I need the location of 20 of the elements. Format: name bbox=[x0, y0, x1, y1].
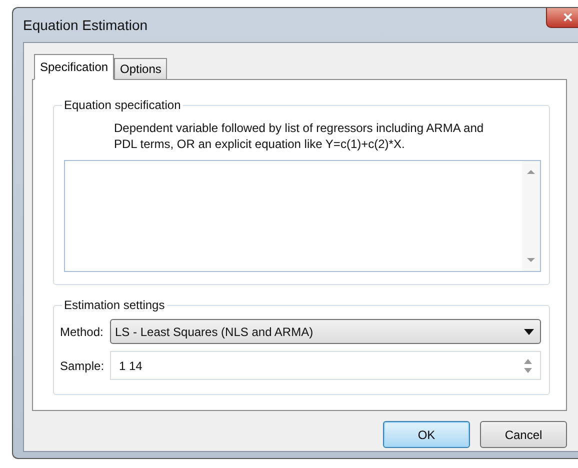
tab[interactable]: Specification bbox=[34, 54, 114, 80]
scroll-down-icon bbox=[527, 257, 535, 263]
equation-field[interactable] bbox=[64, 160, 541, 272]
dialog-button[interactable]: OK bbox=[383, 421, 470, 448]
caret-icon bbox=[524, 328, 534, 334]
dialog-button[interactable]: Cancel bbox=[480, 421, 567, 448]
window-title: Equation Estimation bbox=[23, 17, 148, 33]
sample-field[interactable]: 1 14 bbox=[110, 351, 541, 380]
sample-label: Sample: bbox=[60, 358, 106, 372]
scrollbar[interactable] bbox=[522, 161, 540, 271]
tab[interactable]: Options bbox=[114, 58, 168, 80]
scroll-up-icon bbox=[524, 358, 532, 364]
scroll-up-icon bbox=[527, 169, 535, 175]
group-title: Equation specification bbox=[62, 98, 183, 112]
method-dropdown[interactable]: LS - Least Squares (NLS and ARMA) bbox=[110, 319, 541, 344]
spin-control[interactable] bbox=[522, 358, 534, 372]
method-label: Method: bbox=[60, 324, 104, 338]
hint-text: Dependent variable followed by list of regressors including ARMA and PDL terms, OR an explicit equation like Y=c(1)+c(2)*X. bbox=[114, 120, 485, 152]
scroll-down-icon bbox=[524, 368, 532, 372]
group-title: Estimation settings bbox=[62, 298, 167, 312]
